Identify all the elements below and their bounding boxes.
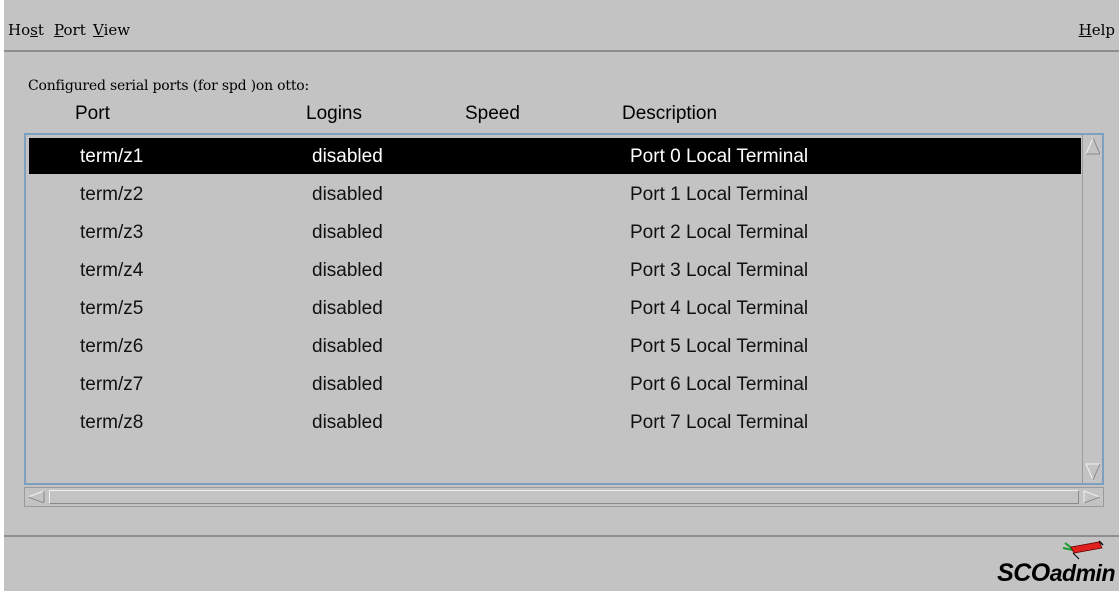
cell-description: Port 7 Local Terminal	[630, 412, 809, 433]
cell-description: Port 2 Local Terminal	[630, 222, 809, 243]
list-caption: Configured serial ports (for spd )on ott…	[28, 78, 309, 94]
cell-description: Port 5 Local Terminal	[630, 336, 809, 357]
cell-description: Port 4 Local Terminal	[630, 298, 809, 319]
serial-port-list[interactable]: term/z1 disabled Port 0 Local Terminal term…	[24, 133, 1104, 485]
triangle-right-icon[interactable]	[1083, 490, 1101, 504]
table-row[interactable]: term/z2 disabled Port 1 Local Terminal	[29, 176, 1081, 212]
table-row[interactable]: term/z4 disabled Port 3 Local Terminal	[29, 252, 1081, 288]
cell-logins: disabled	[312, 260, 383, 281]
cell-logins: disabled	[312, 336, 383, 357]
cell-port: term/z8	[80, 412, 144, 433]
horizontal-scroll-thumb[interactable]	[49, 490, 1079, 504]
cell-port: term/z1	[80, 146, 144, 167]
column-header-logins: Logins	[306, 103, 362, 124]
table-row[interactable]: term/z6 disabled Port 5 Local Terminal	[29, 328, 1081, 364]
cell-logins: disabled	[312, 146, 383, 167]
menu-view[interactable]: View	[93, 21, 130, 39]
status-bar: SCOadmin	[4, 535, 1119, 591]
vertical-scrollbar[interactable]	[1082, 135, 1102, 483]
cell-port: term/z7	[80, 374, 144, 395]
column-header-description: Description	[622, 103, 718, 124]
cell-port: term/z5	[80, 298, 144, 319]
scoadmin-logo: SCOadmin	[997, 559, 1115, 587]
cell-logins: disabled	[312, 374, 383, 395]
triangle-left-icon[interactable]	[27, 490, 45, 504]
menu-help[interactable]: Help	[1079, 21, 1115, 39]
cell-logins: disabled	[312, 412, 383, 433]
menu-port[interactable]: Port	[54, 21, 86, 39]
horizontal-scrollbar[interactable]	[24, 487, 1104, 507]
serial-port-list-rows: term/z1 disabled Port 0 Local Terminal term…	[29, 138, 1081, 478]
table-row[interactable]: term/z5 disabled Port 4 Local Terminal	[29, 290, 1081, 326]
scoadmin-window: Host Port View Help Configured serial po…	[4, 0, 1119, 591]
column-header-speed: Speed	[465, 103, 520, 124]
menu-host[interactable]: Host	[8, 21, 44, 39]
table-row[interactable]: term/z7 disabled Port 6 Local Terminal	[29, 366, 1081, 402]
table-row[interactable]: term/z1 disabled Port 0 Local Terminal	[29, 138, 1081, 174]
table-row[interactable]: term/z8 disabled Port 7 Local Terminal	[29, 404, 1081, 440]
cell-description: Port 0 Local Terminal	[630, 146, 809, 167]
cell-logins: disabled	[312, 222, 383, 243]
cell-description: Port 1 Local Terminal	[630, 184, 809, 205]
cell-port: term/z3	[80, 222, 144, 243]
triangle-up-icon[interactable]	[1085, 137, 1101, 155]
menu-bar: Host Port View Help	[4, 10, 1119, 52]
column-header-port: Port	[75, 103, 110, 124]
cell-port: term/z6	[80, 336, 144, 357]
cell-port: term/z2	[80, 184, 144, 205]
cell-description: Port 6 Local Terminal	[630, 374, 809, 395]
cell-logins: disabled	[312, 298, 383, 319]
cell-port: term/z4	[80, 260, 144, 281]
table-row[interactable]: term/z3 disabled Port 2 Local Terminal	[29, 214, 1081, 250]
cell-description: Port 3 Local Terminal	[630, 260, 809, 281]
triangle-down-icon[interactable]	[1085, 463, 1101, 481]
cell-logins: disabled	[312, 184, 383, 205]
